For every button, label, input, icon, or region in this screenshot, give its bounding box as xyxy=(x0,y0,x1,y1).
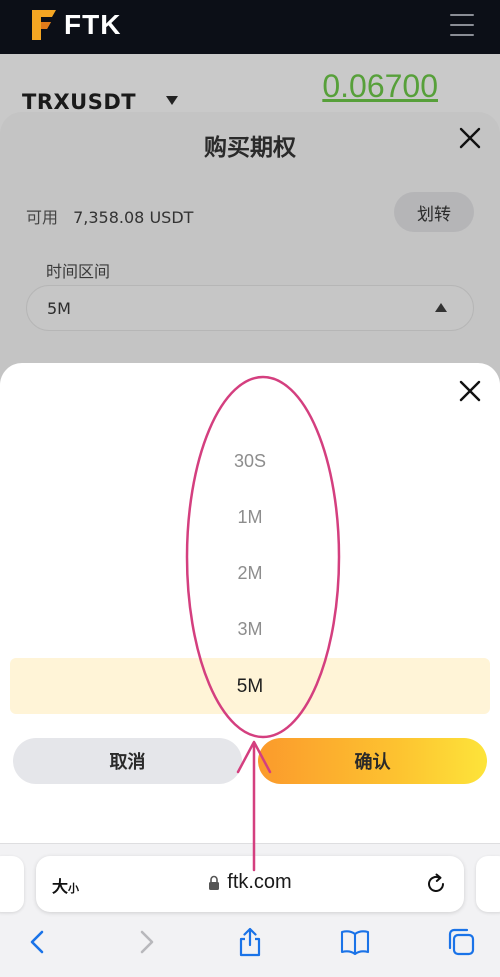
ftk-logo[interactable]: FTK xyxy=(28,8,121,42)
caret-down-icon[interactable] xyxy=(166,96,178,105)
time-interval-value: 5M xyxy=(47,299,71,318)
back-icon[interactable] xyxy=(22,926,54,958)
trading-pair-selector[interactable]: TRXUSDT xyxy=(22,90,136,114)
confirm-button[interactable]: 确认 xyxy=(258,738,487,784)
close-icon[interactable] xyxy=(458,126,482,150)
cancel-button[interactable]: 取消 xyxy=(13,738,242,784)
next-tab-edge[interactable] xyxy=(476,856,500,912)
sheet-title: 购买期权 xyxy=(204,135,296,161)
time-interval-label: 时间区间 xyxy=(46,262,111,281)
picker-option-5m[interactable]: 5M xyxy=(0,676,500,698)
picker-option-2m[interactable]: 2M xyxy=(0,563,500,584)
tabs-icon[interactable] xyxy=(445,926,477,958)
lock-icon xyxy=(209,875,220,890)
picker-option-30s[interactable]: 30S xyxy=(0,451,500,472)
browser-chrome: 大小 ftk.com xyxy=(0,843,500,977)
time-interval-select[interactable]: 5M xyxy=(26,285,474,331)
logo-text: FTK xyxy=(64,9,122,40)
transfer-button[interactable]: 划转 xyxy=(394,192,474,232)
picker-option-3m[interactable]: 3M xyxy=(0,619,500,640)
interval-picker-sheet: 30S 1M 2M 3M 5M 取消 确认 xyxy=(0,363,500,843)
forward-icon[interactable] xyxy=(130,926,162,958)
picker-option-1m[interactable]: 1M xyxy=(0,507,500,528)
current-price: 0.06700 xyxy=(322,68,438,104)
available-balance: 可用 7,358.08 USDT xyxy=(26,204,193,228)
available-value: 7,358.08 USDT xyxy=(73,208,194,227)
share-icon[interactable] xyxy=(234,926,266,958)
reload-icon[interactable] xyxy=(424,872,448,896)
url-text: ftk.com xyxy=(227,871,292,893)
previous-tab-edge[interactable] xyxy=(0,856,24,912)
ftk-logo-icon xyxy=(32,10,56,40)
browser-toolbar xyxy=(0,922,500,962)
address-bar[interactable]: 大小 ftk.com xyxy=(36,856,464,912)
hamburger-menu-icon[interactable] xyxy=(450,14,474,36)
close-icon[interactable] xyxy=(458,379,482,403)
caret-up-icon xyxy=(435,303,447,312)
bookmarks-icon[interactable] xyxy=(339,926,371,958)
top-nav-bar: FTK xyxy=(0,0,500,54)
url-display: ftk.com xyxy=(36,871,464,894)
available-label: 可用 xyxy=(26,208,59,227)
